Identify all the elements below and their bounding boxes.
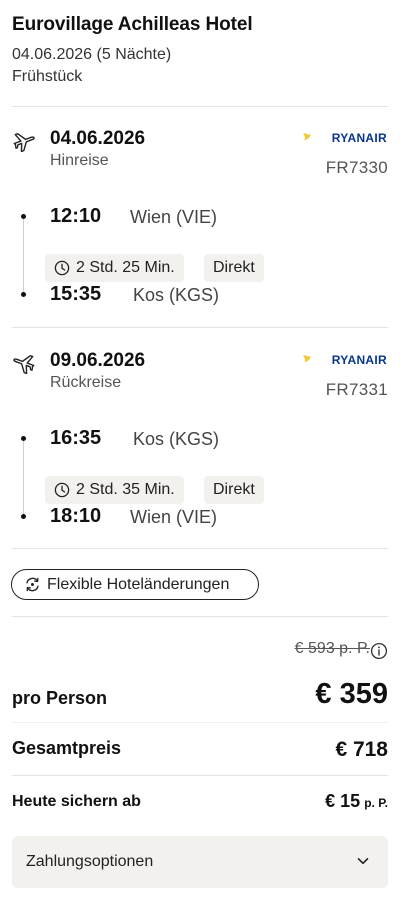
info-icon[interactable] [370, 642, 388, 660]
stops-chip: Direkt [204, 476, 264, 504]
outbound-flight: 04.06.2026 Hinreise RYANAIR FR7330 12:10… [12, 128, 388, 343]
duration-chip: 2 Std. 35 Min. [45, 476, 184, 504]
timeline-dot [21, 436, 26, 441]
arrival-airport: Wien (VIE) [130, 507, 218, 527]
stops-label: Direkt [213, 481, 255, 498]
divider [12, 775, 388, 776]
hotel-name: Eurovillage Achilleas Hotel [12, 14, 253, 35]
ryanair-logo: RYANAIR [303, 131, 387, 145]
ryanair-logo: RYANAIR [303, 353, 387, 367]
arrival-time: 18:10 [50, 505, 102, 527]
svg-text:RYANAIR: RYANAIR [332, 353, 387, 367]
flexible-hotel-changes-label: Flexible Hoteländerungen [47, 575, 230, 593]
flight-direction: Hinreise [50, 152, 109, 169]
divider [12, 722, 388, 723]
divider [12, 616, 388, 617]
chevron-down-icon [357, 858, 369, 865]
timeline-dot [21, 292, 26, 297]
duration-chip: 2 Std. 25 Min. [45, 254, 184, 282]
secure-today-label: Heute sichern ab [12, 793, 141, 810]
timeline-dot [21, 514, 26, 519]
original-price: € 593 p. P. [294, 640, 370, 657]
plane-departure-icon [13, 133, 35, 152]
secure-today-amount: € 15 [325, 791, 361, 811]
flight-date: 04.06.2026 [50, 128, 146, 149]
departure-time: 12:10 [50, 205, 102, 227]
divider [12, 548, 388, 549]
stops-chip: Direkt [204, 254, 264, 282]
hotel-summary: Eurovillage Achilleas Hotel 04.06.2026 (… [12, 14, 388, 86]
total-price-label: Gesamtpreis [12, 738, 122, 758]
timeline-line [23, 216, 24, 296]
divider [12, 106, 388, 107]
payment-options-label: Zahlungsoptionen [26, 853, 154, 870]
flexible-hotel-changes-button[interactable]: Flexible Hoteländerungen [11, 569, 259, 600]
clock-icon [54, 482, 70, 498]
hotel-dates: 04.06.2026 (5 Nächte) [12, 46, 172, 63]
duration-label: 2 Std. 25 Min. [76, 259, 175, 276]
flight-number: FR7331 [325, 380, 388, 399]
flight-direction: Rückreise [50, 374, 122, 391]
secure-today-price: € 15 p. P. [325, 791, 388, 812]
flexible-change-icon [26, 577, 39, 592]
payment-options-toggle[interactable]: Zahlungsoptionen [12, 836, 388, 888]
timeline-line [23, 438, 24, 518]
total-price: € 718 [335, 738, 388, 761]
svg-text:RYANAIR: RYANAIR [332, 131, 387, 145]
per-person-label: pro Person [12, 688, 108, 708]
departure-airport: Kos (KGS) [133, 429, 220, 449]
secure-today-unit: p. P. [364, 796, 388, 810]
stops-label: Direkt [213, 259, 255, 276]
duration-label: 2 Std. 35 Min. [76, 481, 175, 498]
inbound-flight: 09.06.2026 Rückreise RYANAIR FR7331 16:3… [12, 350, 388, 565]
departure-time: 16:35 [50, 427, 102, 449]
plane-arrival-icon [13, 355, 35, 374]
per-person-price: € 359 [315, 678, 388, 710]
flight-number: FR7330 [325, 158, 388, 177]
clock-icon [54, 260, 70, 276]
arrival-airport: Kos (KGS) [133, 285, 220, 305]
hotel-board: Frühstück [12, 68, 83, 85]
flight-date: 09.06.2026 [50, 350, 146, 371]
arrival-time: 15:35 [50, 283, 102, 305]
divider [12, 327, 388, 328]
departure-airport: Wien (VIE) [130, 207, 218, 227]
timeline-dot [21, 214, 26, 219]
